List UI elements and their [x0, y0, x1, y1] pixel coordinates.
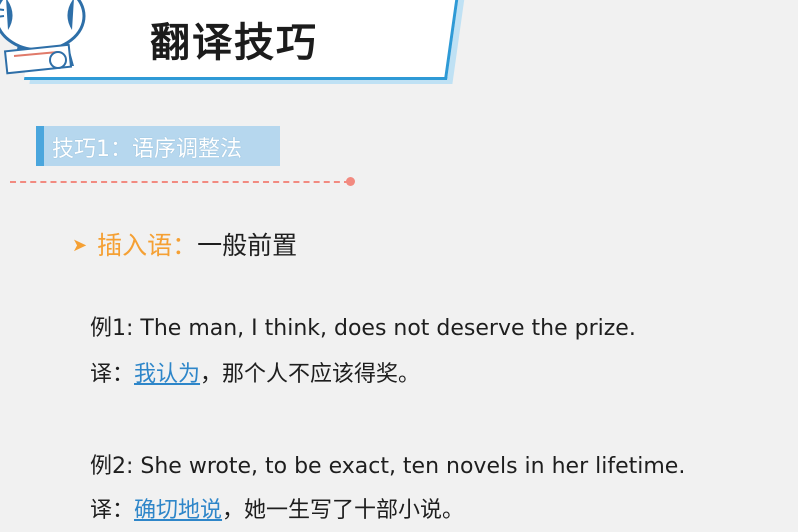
translation-rest: ，她一生写了十部小说。: [222, 498, 465, 523]
example-translation-2: 译：确切地说，她一生写了十部小说。: [90, 492, 464, 524]
example-translation-1: 译：我认为，那个人不应该得奖。: [90, 356, 420, 388]
translation-prefix: 译：: [90, 498, 135, 523]
translation-highlight: 我认为: [134, 362, 201, 387]
key-point: ➤ 插入语：一般前置: [72, 226, 297, 262]
arrow-bullet-icon: ➤: [72, 235, 88, 256]
cat-mascot-icon: [0, 0, 86, 75]
translation-highlight: 确切地说: [134, 498, 223, 523]
divider-dot: [346, 177, 355, 186]
dashed-divider: [10, 181, 350, 183]
key-point-desc: 一般前置: [197, 231, 298, 260]
translation-prefix: 译：: [90, 362, 135, 387]
section-tag: 技巧1：语序调整法: [36, 126, 280, 166]
page-title: 翻译技巧: [150, 20, 318, 66]
translation-rest: ，那个人不应该得奖。: [200, 362, 421, 387]
example-sentence-2: 例2: She wrote, to be exact, ten novels i…: [90, 454, 686, 479]
key-point-term: 插入语：: [97, 231, 198, 260]
section-tag-label: 技巧1：语序调整法: [52, 137, 242, 162]
example-sentence-1: 例1: The man, I think, does not deserve t…: [90, 316, 636, 341]
